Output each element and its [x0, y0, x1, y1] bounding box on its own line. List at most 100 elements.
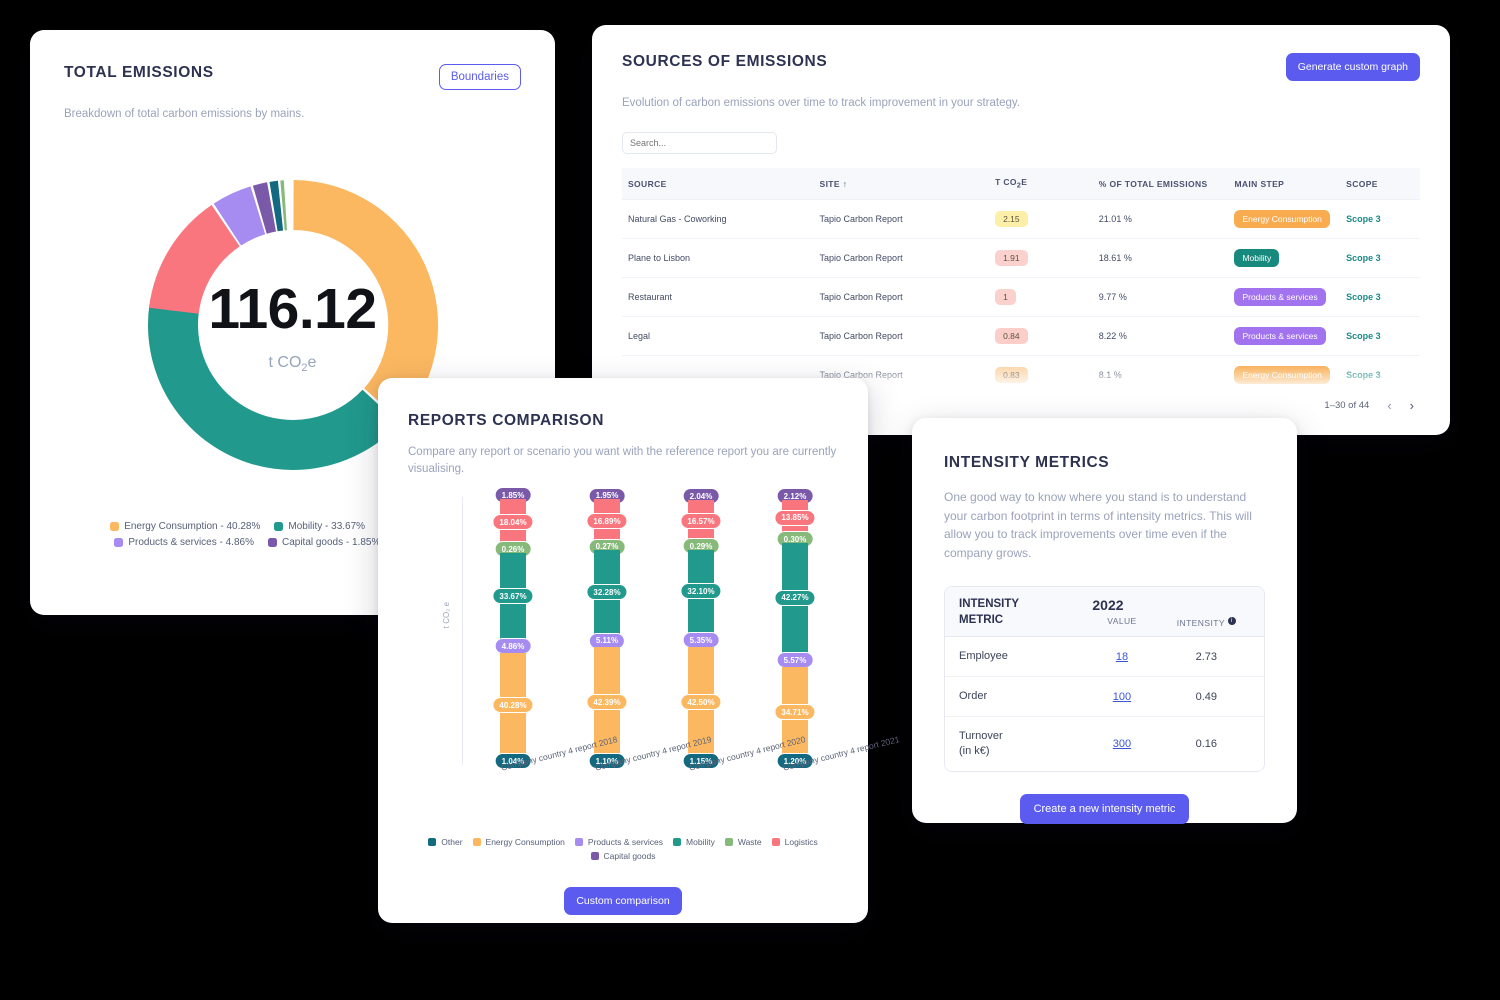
bar-segment-label: 32.10%	[680, 583, 722, 600]
search-input[interactable]	[622, 132, 777, 155]
cell-tco2e: 1.91	[989, 238, 1093, 278]
bar-segment[interactable]: 0.29%	[682, 538, 720, 555]
scope-link[interactable]: Scope 3	[1346, 292, 1381, 302]
legend-swatch-icon	[673, 837, 682, 846]
chart-legend-item[interactable]: Logistics	[771, 837, 818, 847]
legend-item[interactable]: Products & services - 4.86%	[114, 537, 254, 548]
bar-column[interactable]: 1.95% 16.89% 0.27% 32.28% 5.11% 42.39% 1.10%	[586, 487, 628, 769]
reports-footer: Custom comparison	[378, 886, 868, 915]
boundaries-button[interactable]: Boundaries	[438, 64, 521, 90]
intensity-value-link[interactable]: 100	[1081, 691, 1162, 703]
chart-legend-item[interactable]: Energy Consumption	[472, 837, 565, 847]
bar-segment[interactable]: 0.27%	[588, 538, 626, 555]
column-header-main-step[interactable]: MAIN STEP	[1228, 168, 1341, 200]
cell-source: Restaurant	[622, 277, 814, 317]
intensity-title: INTENSITY METRICS	[944, 454, 1110, 471]
bar-column[interactable]: 1.85% 18.04% 0.26% 33.67% 4.86% 40.28% 1.04%	[492, 487, 534, 769]
bar-column[interactable]: 2.04% 16.57% 0.29% 32.10% 5.35% 42.50% 1.15%	[680, 488, 722, 769]
table-row[interactable]: Restaurant Tapio Carbon Report 1 9.77 % Prod…	[622, 277, 1420, 317]
sources-table-wrapper: SOURCE SITE ↑ T CO2E % OF TOTAL EMISSION…	[622, 168, 1420, 391]
bar-segment[interactable]: 5.11%	[588, 632, 626, 649]
tco2e-badge: 0.83	[995, 366, 1028, 383]
legend-item[interactable]: Mobility - 33.67%	[274, 521, 365, 532]
bar-segment[interactable]: 1.85%	[494, 487, 532, 504]
scope-link[interactable]: Scope 3	[1346, 214, 1381, 224]
main-step-chip: Products & services	[1234, 287, 1326, 306]
legend-item[interactable]: Energy Consumption - 40.28%	[110, 521, 260, 532]
bar-segment[interactable]: 2.12%	[776, 488, 814, 505]
bar-segment[interactable]: 42.27%	[774, 542, 816, 653]
table-row[interactable]: Legal Tapio Carbon Report 0.84 8.22 % Produc…	[622, 316, 1420, 356]
scope-link[interactable]: Scope 3	[1346, 253, 1381, 263]
cell-source: Legal	[622, 316, 814, 356]
table-row[interactable]: Plane to Lisbon Tapio Carbon Report 1.91 18…	[622, 238, 1420, 278]
column-header-scope[interactable]: SCOPE	[1340, 168, 1420, 200]
intensity-column-header: INTENSITY i	[1163, 597, 1250, 628]
legend-swatch-icon	[267, 538, 277, 548]
bar-column[interactable]: 2.12% 13.85% 0.30% 42.27% 5.57% 34.71% 1.20%	[774, 488, 816, 769]
intensity-value-link[interactable]: 18	[1081, 651, 1162, 663]
chart-legend-item[interactable]: Mobility	[673, 837, 715, 847]
scope-link[interactable]: Scope 3	[1346, 331, 1381, 341]
bar-segment[interactable]: 4.86%	[494, 638, 532, 655]
column-header-percent[interactable]: % OF TOTAL EMISSIONS	[1092, 168, 1229, 200]
cell-tco2e: 0.83	[989, 355, 1093, 391]
cell-percent: 9.77 %	[1092, 277, 1229, 317]
intensity-year: 2022	[1092, 597, 1124, 614]
bar-segment[interactable]: 18.04%	[492, 498, 534, 546]
bar-segment[interactable]: 40.28%	[492, 652, 534, 758]
chart-legend-item[interactable]: Waste	[724, 837, 762, 847]
reports-comparison-card: REPORTS COMPARISON Compare any report or…	[378, 378, 901, 923]
sources-table: SOURCE SITE ↑ T CO2E % OF TOTAL EMISSION…	[622, 168, 1420, 391]
info-icon[interactable]: i	[1227, 617, 1236, 626]
intensity-value-link[interactable]: 300	[1081, 738, 1162, 750]
bar-segment[interactable]: 5.35%	[682, 632, 720, 649]
bar-segment-label: 42.27%	[774, 589, 816, 606]
intensity-metric-name: Turnover (in k€)	[959, 730, 1003, 757]
x-axis-label: Company country 4 report 2021	[782, 733, 901, 773]
table-row[interactable]: Natural Gas - Coworking Tapio Carbon Repo…	[622, 199, 1420, 239]
chart-legend-item[interactable]: Capital goods	[590, 851, 655, 861]
intensity-row: Turnover (in k€) 300 0.16	[945, 717, 1264, 771]
chevron-left-icon[interactable]: ‹	[1387, 398, 1391, 413]
total-emissions-unit: t CO2e	[113, 354, 473, 374]
chevron-right-icon[interactable]: ›	[1410, 398, 1414, 413]
y-axis-label: t CO₂ e	[442, 601, 451, 628]
sources-subtitle: Evolution of carbon emissions over time …	[622, 97, 1020, 109]
generate-custom-graph-button[interactable]: Generate custom graph	[1285, 53, 1420, 81]
legend-item[interactable]: Capital goods - 1.85%	[267, 537, 380, 548]
chart-legend-item[interactable]: Products & services	[574, 837, 663, 847]
legend-label: Products & services - 4.86%	[128, 537, 254, 549]
bar-segment[interactable]: 0.30%	[776, 531, 814, 548]
cell-scope: Scope 3	[1340, 199, 1420, 239]
bar-segment[interactable]: 2.04%	[682, 488, 720, 505]
dashboard-stage: TOTAL EMISSIONS Boundaries Breakdown of …	[0, 0, 1500, 1000]
column-header-site[interactable]: SITE ↑	[813, 168, 990, 200]
bar-segment-label: 5.35%	[682, 632, 720, 649]
bar-segment[interactable]: 1.95%	[588, 487, 626, 504]
bar-segment[interactable]: 16.89%	[586, 499, 628, 544]
create-intensity-metric-button[interactable]: Create a new intensity metric	[1019, 793, 1190, 824]
custom-comparison-button[interactable]: Custom comparison	[564, 886, 682, 915]
bar-segment-label: 34.71%	[774, 704, 816, 721]
legend-label: Energy Consumption - 40.28%	[124, 521, 261, 533]
cell-main-step: Products & services	[1228, 277, 1341, 317]
column-label-site: SITE	[819, 178, 840, 189]
cell-scope: Scope 3	[1340, 238, 1420, 278]
bar-segment[interactable]: 32.28%	[586, 550, 628, 635]
column-header-source[interactable]: SOURCE	[622, 168, 814, 200]
scope-link[interactable]: Scope 3	[1346, 370, 1381, 380]
bar-segment[interactable]: 16.57%	[680, 499, 722, 543]
x-axis-label: Company country 4 report 2020	[688, 733, 807, 773]
bar-segment[interactable]: 0.26%	[494, 541, 532, 558]
column-header-tco2e[interactable]: T CO2E	[989, 168, 1093, 200]
bar-segment[interactable]: 32.10%	[680, 549, 722, 634]
cell-main-step: Mobility	[1228, 238, 1341, 278]
chart-legend-item[interactable]: Other	[428, 837, 463, 847]
bar-segment[interactable]: 5.57%	[776, 652, 814, 669]
legend-label: Mobility - 33.67%	[288, 521, 366, 533]
legend-swatch-icon	[771, 837, 780, 846]
intensity-col-text: INTENSITY	[1176, 618, 1225, 629]
bar-segment[interactable]: 33.67%	[492, 552, 534, 641]
cell-percent: 8.1 %	[1092, 355, 1229, 391]
